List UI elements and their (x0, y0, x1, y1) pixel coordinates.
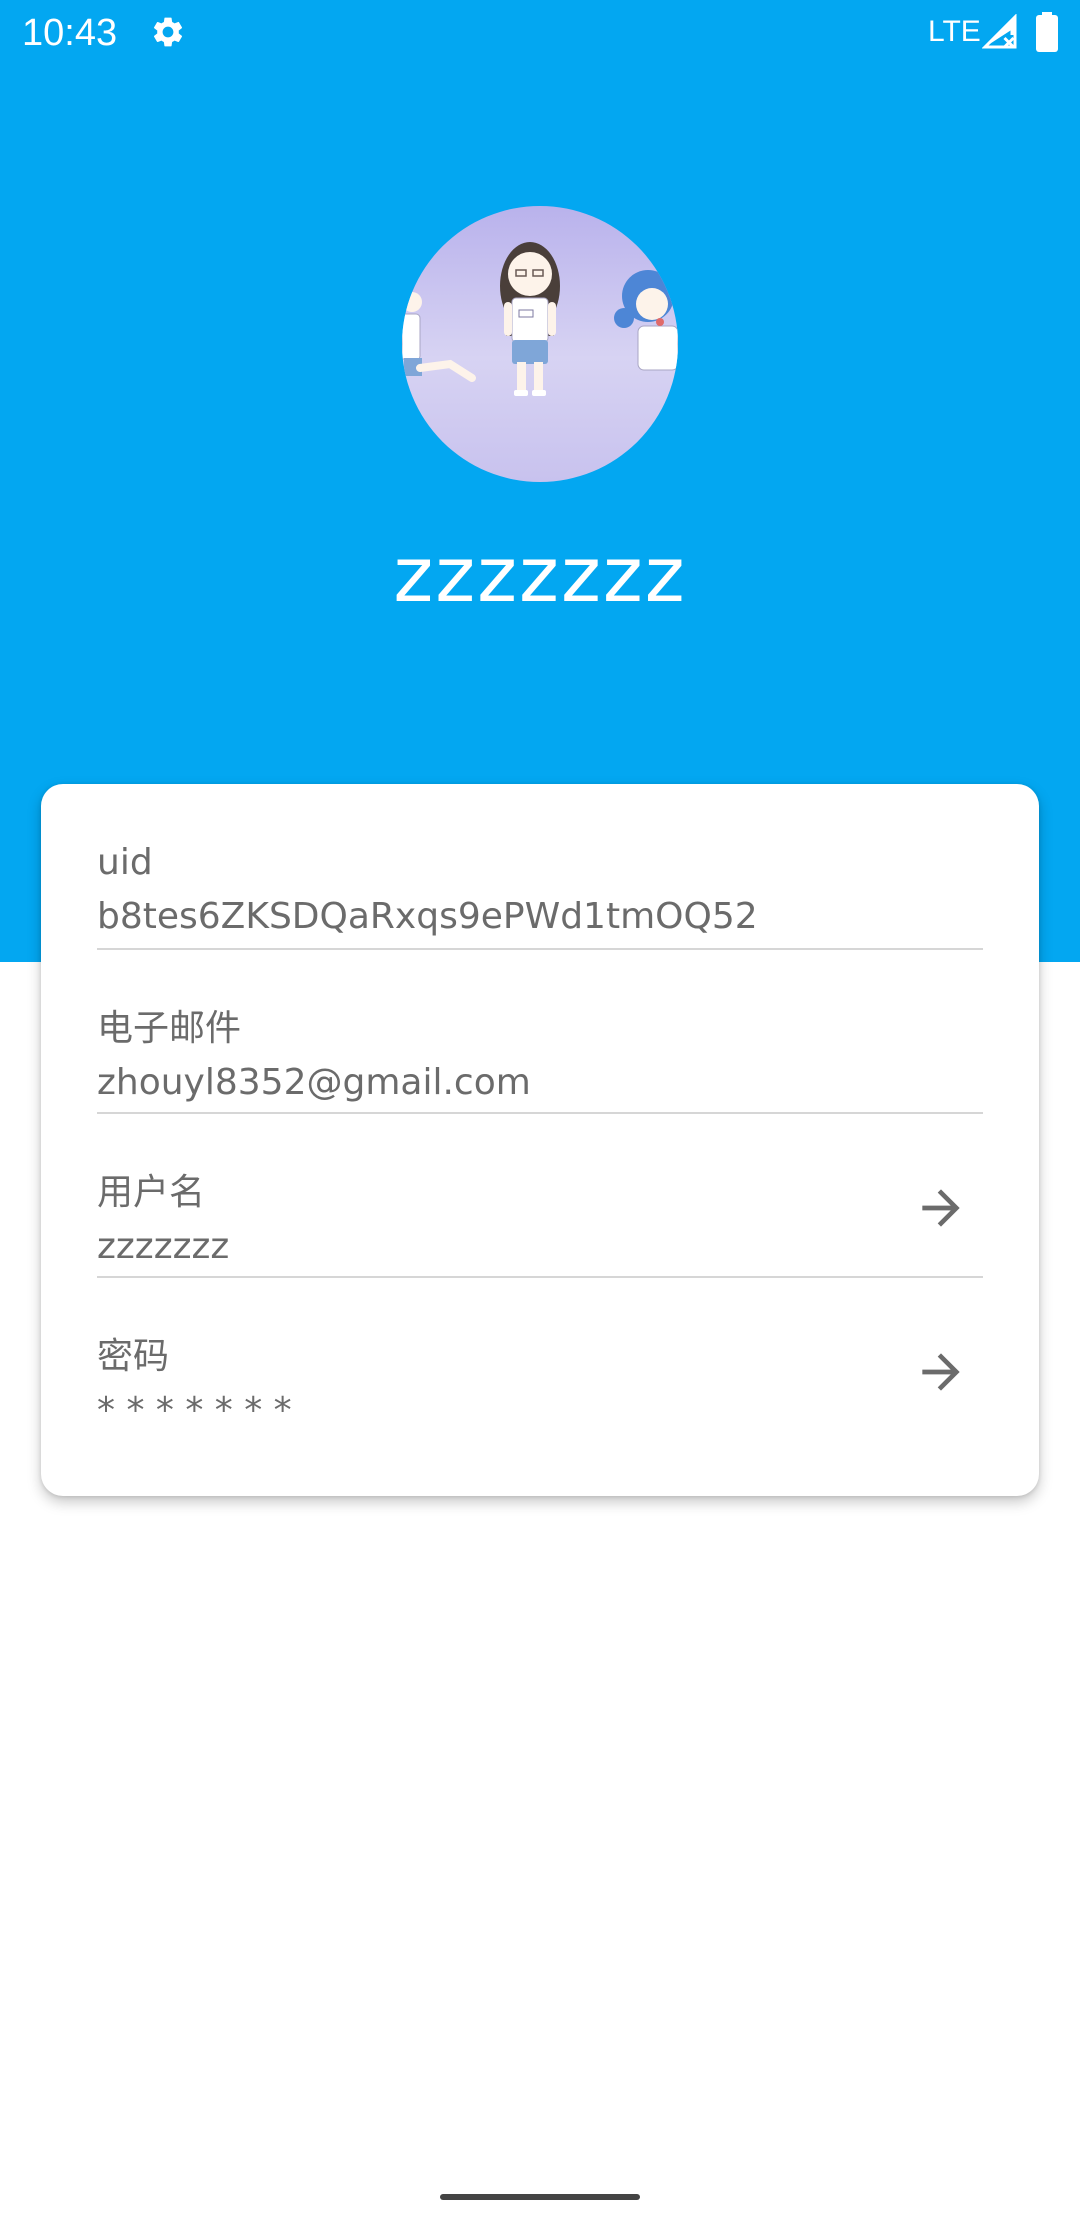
email-label: 电子邮件 (97, 1008, 242, 1049)
account-info-card: uid b8tes6ZKSDQaRxqs9ePWd1tmOQ52 电子邮件 zh… (41, 784, 1039, 1496)
avatar-illustration (402, 242, 678, 396)
profile-avatar[interactable] (402, 206, 678, 482)
uid-label: uid (97, 842, 153, 883)
uid-row: uid b8tes6ZKSDQaRxqs9ePWd1tmOQ52 (97, 784, 983, 950)
battery-icon (1036, 12, 1058, 52)
uid-value: b8tes6ZKSDQaRxqs9ePWd1tmOQ52 (97, 896, 758, 937)
username-label: 用户名 (97, 1172, 206, 1213)
signal-icon (981, 13, 1018, 50)
username-value: zzzzzzz (97, 1226, 230, 1267)
arrow-right-icon[interactable] (913, 1180, 969, 1236)
password-label: 密码 (97, 1336, 170, 1377)
username-row[interactable]: 用户名 zzzzzzz (97, 1114, 983, 1278)
email-value: zhouyl8352@gmail.com (97, 1062, 531, 1103)
status-time: 10:43 (22, 12, 118, 54)
profile-name: zzzzzzz (393, 530, 687, 619)
home-indicator[interactable] (440, 2194, 640, 2200)
password-value: * * * * * * * (97, 1390, 292, 1431)
network-type-label: LTE (928, 15, 981, 48)
status-bar: 10:43 LTE (0, 0, 1080, 66)
arrow-right-icon[interactable] (913, 1344, 969, 1400)
password-row[interactable]: 密码 * * * * * * * (97, 1278, 983, 1442)
settings-icon (150, 14, 186, 50)
email-row: 电子邮件 zhouyl8352@gmail.com (97, 950, 983, 1114)
